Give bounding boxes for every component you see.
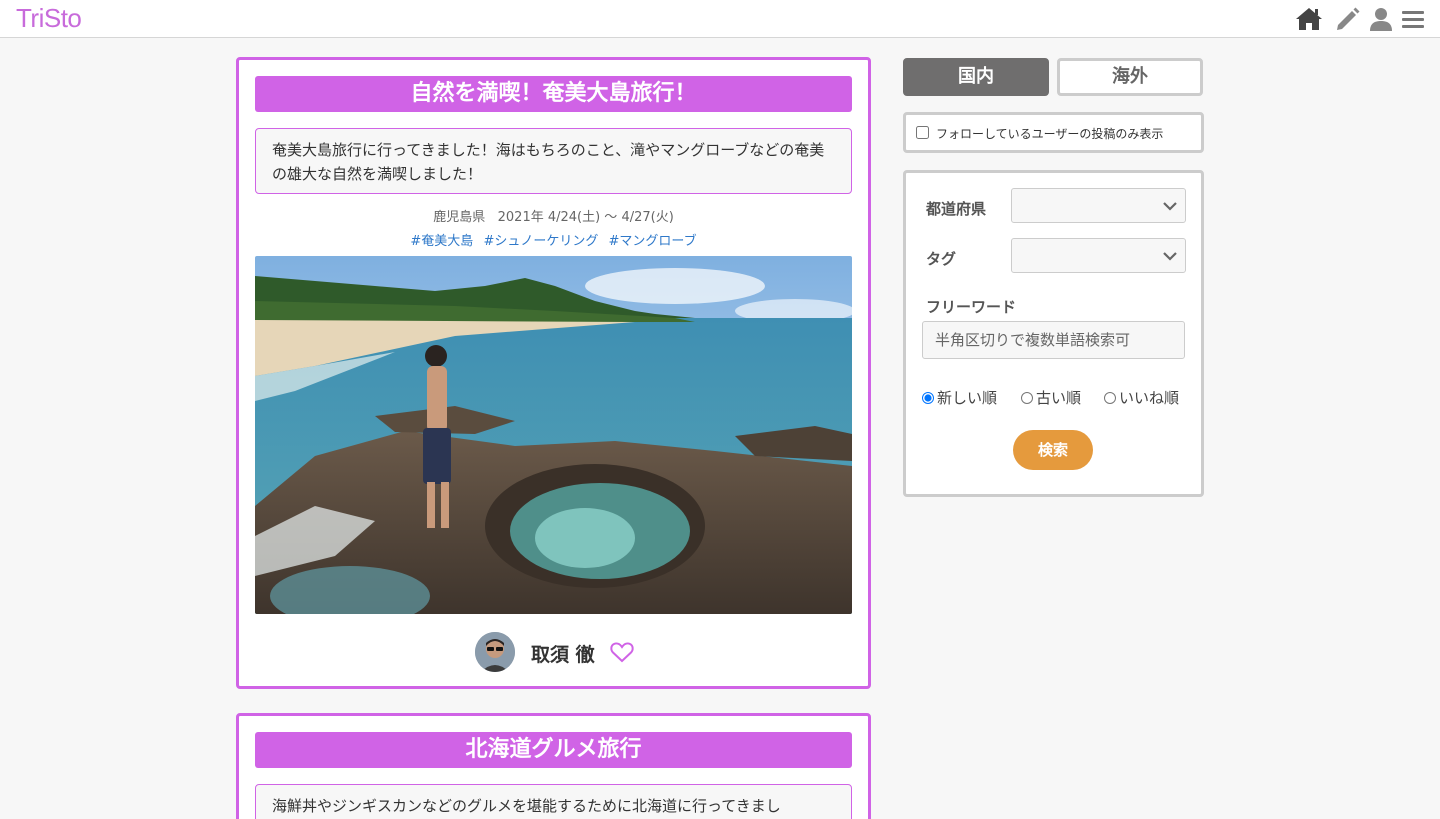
sort-oldest-radio[interactable] xyxy=(1021,392,1033,404)
search-button[interactable]: 検索 xyxy=(1013,430,1093,470)
post-title[interactable]: 北海道グルメ旅行 xyxy=(255,732,852,768)
prefecture-select[interactable] xyxy=(1011,188,1186,223)
menu-icon[interactable] xyxy=(1399,5,1427,33)
post-photo[interactable] xyxy=(255,256,852,614)
sort-newest-radio[interactable] xyxy=(922,392,934,404)
tag-link[interactable]: #奄美大島 xyxy=(410,234,473,249)
home-icon[interactable] xyxy=(1295,5,1323,33)
tab-overseas[interactable]: 海外 xyxy=(1057,58,1203,96)
tab-domestic[interactable]: 国内 xyxy=(903,58,1049,96)
pencil-icon[interactable] xyxy=(1333,5,1361,33)
search-panel: 都道府県 タグ フリーワード 新しい順 古い順 いいね順 検索 xyxy=(903,170,1204,497)
prefecture-label: 都道府県 xyxy=(926,200,987,218)
heart-icon[interactable] xyxy=(610,641,634,663)
tag-select[interactable] xyxy=(1011,238,1186,273)
tag-link[interactable]: #マングローブ xyxy=(608,234,696,249)
sort-likes-label: いいね順 xyxy=(1119,389,1180,407)
post-tags: #奄美大島 #シュノーケリング #マングローブ xyxy=(255,230,852,249)
top-header: TriSto xyxy=(0,0,1440,38)
follow-only-label[interactable]: フォローしているユーザーの投稿のみ表示 xyxy=(936,125,1163,142)
user-icon[interactable] xyxy=(1367,5,1395,33)
sort-likes-option[interactable]: いいね順 xyxy=(1104,387,1179,408)
sort-newest-option[interactable]: 新しい順 xyxy=(922,387,997,408)
author-row: 取須 徹 xyxy=(239,632,868,674)
chevron-down-icon xyxy=(1163,252,1177,261)
author-name[interactable]: 取須 徹 xyxy=(531,640,595,667)
post-card[interactable]: 自然を満喫！奄美大島旅行！ 奄美大島旅行に行ってきました！海はもちろのこと、滝や… xyxy=(236,57,871,689)
post-prefecture: 鹿児島県 xyxy=(433,210,486,225)
post-title[interactable]: 自然を満喫！奄美大島旅行！ xyxy=(255,76,852,112)
sort-oldest-label: 古い順 xyxy=(1036,389,1082,407)
follow-filter-box: フォローしているユーザーの投稿のみ表示 xyxy=(903,112,1204,153)
freeword-input[interactable] xyxy=(922,321,1185,359)
follow-only-checkbox[interactable] xyxy=(916,126,929,139)
post-dates: 2021年 4/24(土) 〜 4/27(火) xyxy=(497,210,674,225)
sort-newest-label: 新しい順 xyxy=(937,389,998,407)
author-avatar[interactable] xyxy=(475,632,515,672)
post-description: 海鮮丼やジンギスカンなどのグルメを堪能するために北海道に行ってきまし xyxy=(255,784,852,819)
post-description: 奄美大島旅行に行ってきました！海はもちろのこと、滝やマングローブなどの奄美の雄大… xyxy=(255,128,852,194)
sort-oldest-option[interactable]: 古い順 xyxy=(1021,387,1081,408)
tag-label: タグ xyxy=(926,250,957,268)
freeword-label: フリーワード xyxy=(926,298,1017,316)
sort-likes-radio[interactable] xyxy=(1104,392,1116,404)
site-logo[interactable]: TriSto xyxy=(16,3,82,34)
post-card[interactable]: 北海道グルメ旅行 海鮮丼やジンギスカンなどのグルメを堪能するために北海道に行って… xyxy=(236,713,871,819)
post-meta: 鹿児島県 2021年 4/24(土) 〜 4/27(火) xyxy=(255,206,852,225)
chevron-down-icon xyxy=(1163,202,1177,211)
tag-link[interactable]: #シュノーケリング xyxy=(483,234,598,249)
